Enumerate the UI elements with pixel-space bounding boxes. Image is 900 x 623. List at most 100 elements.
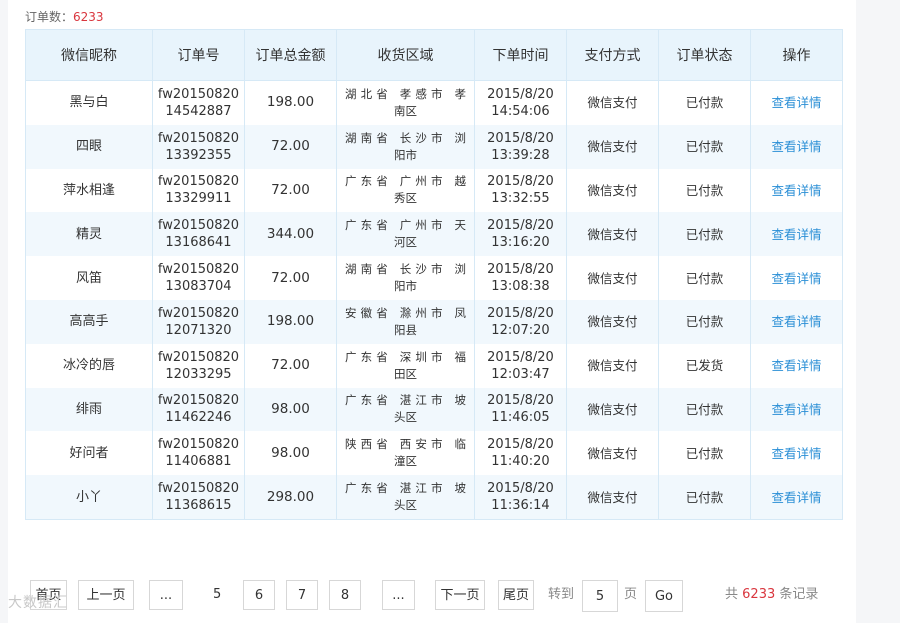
view-details-link[interactable]: 查看详情 — [771, 490, 821, 505]
view-details-link[interactable]: 查看详情 — [771, 314, 821, 329]
region-line2: 阳县 — [394, 322, 417, 337]
ellipsis-left-button[interactable]: ... — [149, 580, 183, 610]
order-clock: 14:54:06 — [491, 103, 550, 119]
cell-action: 查看详情 — [750, 431, 843, 476]
cell-region: 湖南省 长沙市 浏阳市 — [336, 124, 475, 169]
cell-nickname: 小丫 — [25, 475, 153, 520]
region-line2: 田区 — [394, 366, 417, 381]
page-label: 页 — [624, 587, 638, 602]
cell-order-time: 2015/8/20 12:03:47 — [474, 343, 567, 388]
region-line2: 阳市 — [394, 279, 417, 294]
page-6-button[interactable]: 6 — [243, 580, 275, 610]
cell-payment: 微信支付 — [566, 475, 659, 520]
cell-payment: 微信支付 — [566, 80, 659, 125]
order-id-line1: fw20150820 — [157, 305, 240, 321]
cell-region: 湖北省 孝感市 孝南区 — [336, 80, 475, 125]
cell-nickname: 高高手 — [25, 299, 153, 344]
order-id-line1: fw20150820 — [157, 130, 240, 146]
table-row: 冰冷的唇 fw20150820 12033295 72.00 广东省 深圳市 福田区 20… — [25, 343, 843, 388]
view-details-link[interactable]: 查看详情 — [771, 271, 821, 286]
cell-nickname: 萍水相逢 — [25, 168, 153, 213]
cell-region: 广东省 广州市 天河区 — [336, 212, 475, 257]
table-header-row: 微信昵称 订单号 订单总金额 收货区域 下单时间 支付方式 订单状态 操作 — [25, 29, 843, 81]
cell-status: 已付款 — [658, 124, 751, 169]
col-status: 订单状态 — [658, 29, 751, 81]
order-clock: 11:36:14 — [491, 498, 550, 514]
order-id-line1: fw20150820 — [157, 349, 240, 365]
cell-action: 查看详情 — [750, 299, 843, 344]
order-clock: 12:03:47 — [491, 366, 550, 382]
cell-action: 查看详情 — [750, 256, 843, 300]
cell-region: 广东省 深圳市 福田区 — [336, 343, 475, 388]
cell-payment: 微信支付 — [566, 299, 659, 344]
prev-page-button[interactable]: 上一页 — [78, 580, 134, 610]
cell-status: 已付款 — [658, 299, 751, 344]
cell-action: 查看详情 — [750, 387, 843, 432]
col-amount: 订单总金额 — [244, 29, 337, 81]
order-id-line1: fw20150820 — [157, 174, 240, 190]
ellipsis-right-button[interactable]: ... — [382, 580, 415, 610]
cell-nickname: 绯雨 — [25, 387, 153, 432]
table-row: 好问者 fw20150820 11406881 98.00 陕西省 西安市 临潼区 201… — [25, 431, 843, 476]
goto-page-input[interactable] — [582, 580, 618, 612]
region-line2: 头区 — [394, 410, 417, 425]
cell-action: 查看详情 — [750, 124, 843, 169]
cell-amount: 344.00 — [244, 212, 337, 257]
cell-order-time: 2015/8/20 14:54:06 — [474, 80, 567, 125]
go-button[interactable]: Go — [645, 580, 683, 612]
region-line1: 广东省 广州市 越 — [345, 174, 466, 189]
region-line2: 阳市 — [394, 147, 417, 162]
order-id-line2: 11406881 — [165, 454, 232, 470]
cell-payment: 微信支付 — [566, 212, 659, 257]
cell-order-time: 2015/8/20 11:36:14 — [474, 475, 567, 520]
next-page-button[interactable]: 下一页 — [435, 580, 485, 610]
order-clock: 11:40:20 — [491, 454, 550, 470]
page-8-button[interactable]: 8 — [329, 580, 361, 610]
cell-nickname: 风笛 — [25, 256, 153, 300]
order-clock: 13:32:55 — [491, 191, 550, 207]
current-page: 5 — [213, 587, 222, 602]
cell-region: 湖南省 长沙市 浏阳市 — [336, 256, 475, 300]
order-date: 2015/8/20 — [487, 86, 554, 102]
cell-order-id: fw20150820 13392355 — [152, 124, 245, 169]
cell-nickname: 四眼 — [25, 124, 153, 169]
view-details-link[interactable]: 查看详情 — [771, 183, 821, 198]
view-details-link[interactable]: 查看详情 — [771, 446, 821, 461]
cell-status: 已发货 — [658, 343, 751, 388]
cell-region: 陕西省 西安市 临潼区 — [336, 431, 475, 476]
cell-amount: 98.00 — [244, 387, 337, 432]
order-clock: 11:46:05 — [491, 410, 550, 426]
region-line1: 湖南省 长沙市 浏 — [345, 262, 466, 277]
cell-amount: 198.00 — [244, 299, 337, 344]
view-details-link[interactable]: 查看详情 — [771, 358, 821, 373]
view-details-link[interactable]: 查看详情 — [771, 139, 821, 154]
order-id-line2: 14542887 — [165, 103, 232, 119]
order-id-line2: 13168641 — [165, 235, 232, 251]
region-line1: 广东省 广州市 天 — [345, 218, 466, 233]
order-id-line1: fw20150820 — [157, 437, 240, 453]
order-clock: 12:07:20 — [491, 322, 550, 338]
table-row: 绯雨 fw20150820 11462246 98.00 广东省 湛江市 坡头区 2015… — [25, 387, 843, 432]
cell-amount: 298.00 — [244, 475, 337, 520]
order-clock: 13:16:20 — [491, 235, 550, 251]
col-order-id: 订单号 — [152, 29, 245, 81]
cell-status: 已付款 — [658, 168, 751, 213]
region-line1: 湖北省 孝感市 孝 — [345, 86, 466, 101]
cell-order-id: fw20150820 12071320 — [152, 299, 245, 344]
order-date: 2015/8/20 — [487, 393, 554, 409]
table-row: 四眼 fw20150820 13392355 72.00 湖南省 长沙市 浏阳市 2015… — [25, 124, 843, 169]
order-date: 2015/8/20 — [487, 349, 554, 365]
cell-region: 广东省 广州市 越秀区 — [336, 168, 475, 213]
cell-amount: 72.00 — [244, 256, 337, 300]
page-7-button[interactable]: 7 — [286, 580, 318, 610]
view-details-link[interactable]: 查看详情 — [771, 95, 821, 110]
cell-order-id: fw20150820 13329911 — [152, 168, 245, 213]
view-details-link[interactable]: 查看详情 — [771, 227, 821, 242]
table-row: 风笛 fw20150820 13083704 72.00 湖南省 长沙市 浏阳市 2015… — [25, 256, 843, 300]
last-page-button[interactable]: 尾页 — [498, 580, 534, 610]
cell-payment: 微信支付 — [566, 431, 659, 476]
view-details-link[interactable]: 查看详情 — [771, 402, 821, 417]
cell-order-id: fw20150820 13083704 — [152, 256, 245, 300]
goto-label: 转到 — [548, 587, 575, 602]
cell-order-time: 2015/8/20 12:07:20 — [474, 299, 567, 344]
